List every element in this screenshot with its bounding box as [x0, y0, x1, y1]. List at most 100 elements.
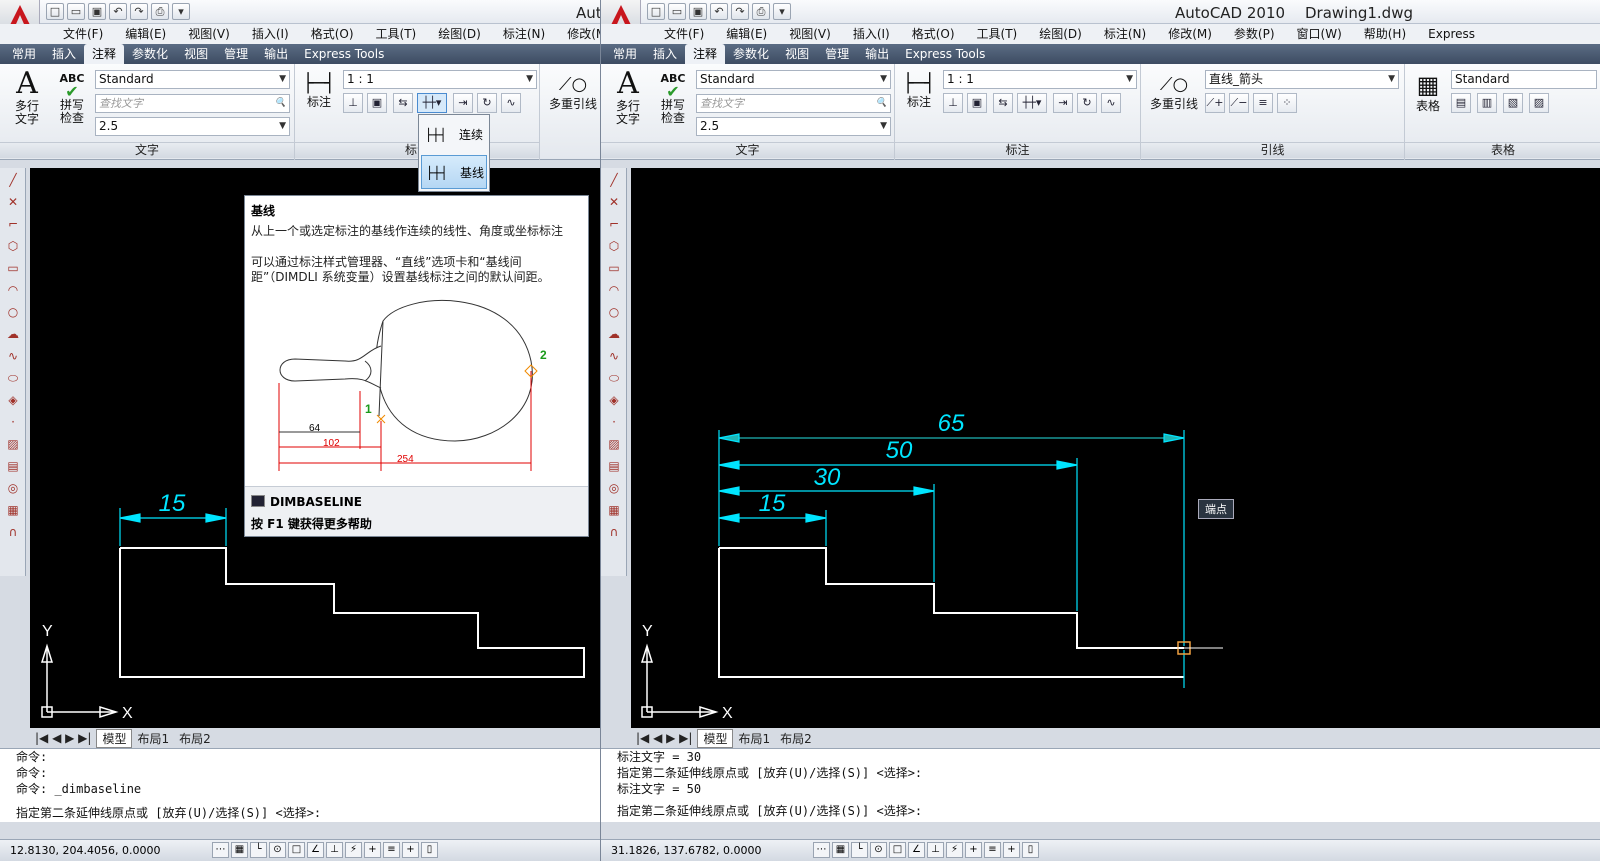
otrack-icon[interactable]: ∠ [307, 842, 324, 858]
snap-icon[interactable]: ⋯ [813, 842, 830, 858]
menu-item[interactable]: 编辑(E) [114, 24, 177, 44]
revcloud-icon[interactable]: ☁ [604, 324, 624, 344]
text-style-select[interactable]: Standard ▼ [95, 70, 290, 89]
plot-icon[interactable]: ⎙ [151, 3, 169, 20]
multileader-button[interactable]: ⟋○ 多重引线 [546, 72, 600, 111]
dim-break-icon[interactable]: ⊥ [343, 93, 363, 113]
dim-jog-icon[interactable]: ⇆ [993, 93, 1013, 113]
ortho-icon[interactable]: └ [851, 842, 868, 858]
command-window[interactable]: 标注文字 = 30 指定第二条延伸线原点或 [放弃(U)/选择(S)] <选择>:… [601, 748, 1600, 822]
qat-dropdown-icon[interactable]: ▾ [773, 3, 791, 20]
collect-leader-icon[interactable]: ⁘ [1277, 93, 1297, 113]
dim-continue-baseline-icon[interactable]: ┼┼▾ [1017, 93, 1047, 113]
layout-tab[interactable]: 模型 [96, 728, 133, 748]
undo-icon[interactable]: ↶ [710, 3, 728, 20]
menu-item[interactable]: 绘图(D) [1028, 24, 1093, 44]
grid-icon[interactable]: ▦ [231, 842, 248, 858]
magnet-icon[interactable]: ∩ [604, 522, 624, 542]
dim-update-icon[interactable]: ↻ [477, 93, 497, 113]
ducs-icon[interactable]: ⊥ [927, 842, 944, 858]
redo-icon[interactable]: ↷ [130, 3, 148, 20]
region-icon[interactable]: ◎ [604, 478, 624, 498]
rectangle-icon[interactable]: ▭ [3, 258, 23, 278]
polyline-icon[interactable]: ⌐ [604, 214, 624, 234]
mtext-button[interactable]: A 多行 文字 [10, 68, 44, 126]
lwt-icon[interactable]: + [364, 842, 381, 858]
menu-item[interactable]: 标注(N) [1093, 24, 1157, 44]
menu-item[interactable]: 插入(I) [842, 24, 901, 44]
sc-icon[interactable]: ▯ [1022, 842, 1039, 858]
text-style-select[interactable]: Standard ▼ [696, 70, 891, 89]
rectangle-icon[interactable]: ▭ [604, 258, 624, 278]
qp-icon[interactable]: ≡ [383, 842, 400, 858]
dim-space-icon[interactable]: ⇥ [1053, 93, 1073, 113]
text-height-select[interactable]: 2.5 ▼ [696, 117, 891, 136]
spell-check-button[interactable]: ABC ✔ 拼写 检查 [657, 72, 689, 125]
menu-item[interactable]: 文件(F) [52, 24, 114, 44]
snap-icon[interactable]: ⋯ [212, 842, 229, 858]
sc-icon[interactable]: ▯ [421, 842, 438, 858]
polygon-icon[interactable]: ⬡ [3, 236, 23, 256]
dim-continue-baseline-icon[interactable]: ┼┼▾ [417, 93, 447, 113]
line-icon[interactable]: ╱ [604, 170, 624, 190]
osnap-icon[interactable]: □ [889, 842, 906, 858]
polyline-icon[interactable]: ⌐ [3, 214, 23, 234]
region-icon[interactable]: ◎ [3, 478, 23, 498]
menu-item[interactable]: 窗口(W) [1286, 24, 1353, 44]
menu-item[interactable]: 文件(F) [653, 24, 715, 44]
menu-item[interactable]: 参数(P) [1223, 24, 1286, 44]
leader-style-select[interactable]: 直线_箭头 ▼ [1205, 70, 1399, 89]
ellipse-icon[interactable]: ⬭ [3, 368, 23, 388]
baseline-option[interactable]: ├┼┤ 基线 [421, 155, 487, 189]
dim-jog-icon[interactable]: ⇆ [393, 93, 413, 113]
qp-icon[interactable]: ≡ [984, 842, 1001, 858]
menu-item[interactable]: 工具(T) [365, 24, 428, 44]
command-window[interactable]: 命令: 命令: 命令: _dimbaseline 指定第二条延伸线原点或 [放弃(U… [0, 748, 600, 822]
otrack-icon[interactable]: ∠ [908, 842, 925, 858]
menu-item[interactable]: 帮助(H) [1353, 24, 1417, 44]
gradient-icon[interactable]: ▤ [3, 456, 23, 476]
point-icon[interactable]: · [3, 412, 23, 432]
table-icon[interactable]: ▦ [604, 500, 624, 520]
mtext-button[interactable]: A 多行 文字 [611, 68, 645, 126]
xline-icon[interactable]: ✕ [3, 192, 23, 212]
ribbon-tab[interactable]: 管理 [216, 44, 256, 64]
find-icon[interactable]: 🔍 [876, 95, 887, 112]
block-icon[interactable]: ◈ [604, 390, 624, 410]
dim-scale-select[interactable]: 1 : 1 ▼ [343, 70, 537, 89]
qat-dropdown-icon[interactable]: ▾ [172, 3, 190, 20]
add-leader-icon[interactable]: ⟋+ [1205, 93, 1225, 113]
menu-item[interactable]: 格式(O) [300, 24, 365, 44]
menu-item[interactable]: 标注(N) [492, 24, 556, 44]
dim-inspect-icon[interactable]: ▣ [967, 93, 987, 113]
spline-icon[interactable]: ∿ [604, 346, 624, 366]
ortho-icon[interactable]: └ [250, 842, 267, 858]
plot-icon[interactable]: ⎙ [752, 3, 770, 20]
table-icon[interactable]: ▦ [3, 500, 23, 520]
menu-item[interactable]: 视图(V) [177, 24, 241, 44]
xline-icon[interactable]: ✕ [604, 192, 624, 212]
model-icon[interactable]: + [402, 842, 419, 858]
gradient-icon[interactable]: ▤ [604, 456, 624, 476]
save-icon[interactable]: ▣ [88, 3, 106, 20]
ribbon-tab[interactable]: Express Tools [296, 44, 392, 64]
menu-item[interactable]: 编辑(E) [715, 24, 778, 44]
ribbon-tab[interactable]: 参数化 [725, 44, 777, 64]
new-icon[interactable]: □ [647, 3, 665, 20]
dim-break-icon[interactable]: ⊥ [943, 93, 963, 113]
dim-space-icon[interactable]: ⇥ [453, 93, 473, 113]
open-icon[interactable]: ▭ [668, 3, 686, 20]
multileader-button[interactable]: ⟋○ 多重引线 [1147, 72, 1201, 111]
revcloud-icon[interactable]: ☁ [3, 324, 23, 344]
table-style-select[interactable]: Standard [1451, 70, 1597, 89]
point-icon[interactable]: · [604, 412, 624, 432]
ribbon-tab[interactable]: 注释 [84, 44, 125, 64]
layout-tab[interactable]: 布局1 [132, 730, 174, 747]
redo-icon[interactable]: ↷ [731, 3, 749, 20]
menu-item[interactable]: 绘图(D) [427, 24, 492, 44]
arc-icon[interactable]: ◠ [604, 280, 624, 300]
table-update-icon[interactable]: ▨ [1529, 93, 1549, 113]
command-prompt[interactable]: 指定第二条延伸线原点或 [放弃(U)/选择(S)] <选择>: [617, 803, 1600, 819]
model-icon[interactable]: + [1003, 842, 1020, 858]
ribbon-tab[interactable]: 视图 [777, 44, 817, 64]
